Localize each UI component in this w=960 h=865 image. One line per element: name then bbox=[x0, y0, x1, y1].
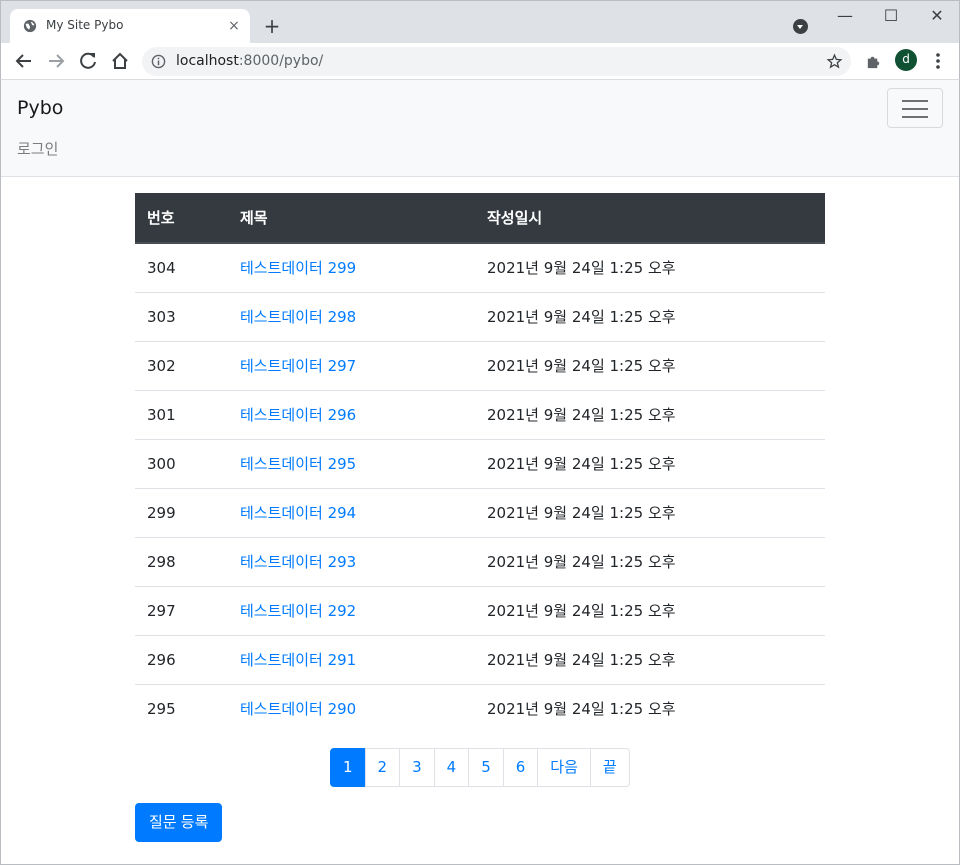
header-subject: 제목 bbox=[228, 193, 475, 244]
page-content: Pybo 로그인 번호 제목 작성일시 304 테스트데이터 299 2021년… bbox=[0, 80, 960, 865]
question-link[interactable]: 테스트데이터 291 bbox=[240, 651, 356, 669]
table-row: 302 테스트데이터 297 2021년 9월 24일 1:25 오후 bbox=[135, 340, 825, 390]
tab-title: My Site Pybo bbox=[46, 18, 124, 32]
page-6-link[interactable]: 6 bbox=[502, 748, 539, 787]
row-subject: 테스트데이터 294 bbox=[228, 487, 475, 537]
hamburger-icon-bar bbox=[902, 108, 928, 110]
question-link[interactable]: 테스트데이터 298 bbox=[240, 308, 356, 326]
tab-close-icon[interactable]: × bbox=[226, 18, 242, 34]
star-icon[interactable] bbox=[826, 53, 843, 70]
create-question-button[interactable]: 질문 등록 bbox=[135, 803, 223, 842]
table-row: 298 테스트데이터 293 2021년 9월 24일 1:25 오후 bbox=[135, 536, 825, 586]
question-link[interactable]: 테스트데이터 293 bbox=[240, 553, 356, 571]
table-row: 304 테스트데이터 299 2021년 9월 24일 1:25 오후 bbox=[135, 243, 825, 292]
row-created: 2021년 9월 24일 1:25 오후 bbox=[475, 683, 825, 733]
table-row: 303 테스트데이터 298 2021년 9월 24일 1:25 오후 bbox=[135, 291, 825, 341]
row-subject: 테스트데이터 291 bbox=[228, 634, 475, 684]
last-page-link[interactable]: 끝 bbox=[589, 748, 630, 787]
row-created: 2021년 9월 24일 1:25 오후 bbox=[475, 536, 825, 586]
table-row: 297 테스트데이터 292 2021년 9월 24일 1:25 오후 bbox=[135, 585, 825, 635]
close-window-button[interactable]: ✕ bbox=[914, 1, 960, 31]
page-2-link[interactable]: 2 bbox=[364, 748, 401, 787]
home-icon[interactable] bbox=[109, 50, 131, 72]
header-created: 작성일시 bbox=[475, 193, 825, 244]
row-num: 303 bbox=[135, 291, 228, 341]
login-link[interactable]: 로그인 bbox=[17, 138, 58, 159]
row-created: 2021년 9월 24일 1:25 오후 bbox=[475, 291, 825, 341]
browser-tabstrip: My Site Pybo × + — ☐ ✕ bbox=[0, 0, 960, 44]
row-num: 300 bbox=[135, 438, 228, 488]
new-tab-button[interactable]: + bbox=[262, 16, 282, 36]
navbar-brand[interactable]: Pybo bbox=[17, 97, 63, 119]
back-arrow-icon[interactable] bbox=[13, 50, 35, 72]
question-link[interactable]: 테스트데이터 296 bbox=[240, 406, 356, 424]
url-path: :8000/pybo/ bbox=[238, 53, 324, 69]
row-subject: 테스트데이터 296 bbox=[228, 389, 475, 439]
page-5-link[interactable]: 5 bbox=[468, 748, 504, 787]
row-subject: 테스트데이터 298 bbox=[228, 291, 475, 341]
kebab-menu-icon[interactable] bbox=[931, 51, 945, 71]
question-link[interactable]: 테스트데이터 292 bbox=[240, 602, 356, 620]
question-link[interactable]: 테스트데이터 290 bbox=[240, 700, 356, 718]
row-subject: 테스트데이터 293 bbox=[228, 536, 475, 586]
row-created: 2021년 9월 24일 1:25 오후 bbox=[487, 259, 676, 278]
row-subject: 테스트데이터 290 bbox=[228, 683, 475, 733]
row-subject: 테스트데이터 295 bbox=[228, 438, 475, 488]
maximize-button[interactable]: ☐ bbox=[868, 1, 914, 31]
url-text[interactable]: localhost:8000/pybo/ bbox=[176, 53, 323, 69]
row-created: 2021년 9월 24일 1:25 오후 bbox=[475, 438, 825, 488]
table-row: 296 테스트데이터 291 2021년 9월 24일 1:25 오후 bbox=[135, 634, 825, 684]
row-created: 2021년 9월 24일 1:25 오후 bbox=[475, 487, 825, 537]
row-num: 296 bbox=[135, 634, 228, 684]
browser-toolbar: localhost:8000/pybo/ d bbox=[0, 43, 960, 80]
table-header-row: 번호 제목 작성일시 bbox=[135, 193, 825, 244]
table-row: 300 테스트데이터 295 2021년 9월 24일 1:25 오후 bbox=[135, 438, 825, 488]
page-4-link[interactable]: 4 bbox=[433, 748, 470, 787]
row-num: 301 bbox=[135, 389, 228, 439]
row-num: 295 bbox=[135, 683, 228, 733]
row-num: 299 bbox=[135, 487, 228, 537]
question-link[interactable]: 테스트데이터 299 bbox=[240, 259, 356, 277]
row-num: 302 bbox=[135, 340, 228, 390]
row-num: 304 bbox=[147, 258, 176, 277]
question-table: 번호 제목 작성일시 304 테스트데이터 299 2021년 9월 24일 1… bbox=[135, 193, 825, 733]
minimize-button[interactable]: — bbox=[822, 1, 868, 31]
globe-icon bbox=[23, 19, 37, 33]
pagination: 1 2 3 4 5 6 다음 끝 bbox=[330, 748, 630, 787]
row-subject: 테스트데이터 297 bbox=[228, 340, 475, 390]
page-3-link[interactable]: 3 bbox=[399, 748, 435, 787]
info-icon[interactable] bbox=[151, 54, 166, 69]
table-row: 301 테스트데이터 296 2021년 9월 24일 1:25 오후 bbox=[135, 389, 825, 439]
site-navbar: Pybo 로그인 bbox=[1, 80, 959, 177]
row-created: 2021년 9월 24일 1:25 오후 bbox=[475, 340, 825, 390]
header-num: 번호 bbox=[135, 193, 228, 244]
tab-search-icon[interactable] bbox=[793, 19, 808, 34]
table-row: 295 테스트데이터 290 2021년 9월 24일 1:25 오후 bbox=[135, 683, 825, 733]
row-created: 2021년 9월 24일 1:25 오후 bbox=[475, 634, 825, 684]
question-link[interactable]: 테스트데이터 295 bbox=[240, 455, 356, 473]
row-created: 2021년 9월 24일 1:25 오후 bbox=[475, 389, 825, 439]
puzzle-icon[interactable] bbox=[865, 53, 882, 70]
row-subject: 테스트데이터 299 bbox=[228, 243, 475, 292]
next-page-link[interactable]: 다음 bbox=[537, 748, 591, 787]
row-num: 297 bbox=[135, 585, 228, 635]
row-subject: 테스트데이터 292 bbox=[228, 585, 475, 635]
browser-tab[interactable]: My Site Pybo × bbox=[10, 9, 250, 44]
reload-icon[interactable] bbox=[77, 50, 99, 72]
address-bar[interactable]: localhost:8000/pybo/ bbox=[142, 47, 851, 76]
row-num: 298 bbox=[135, 536, 228, 586]
hamburger-icon-bar bbox=[902, 116, 928, 118]
profile-avatar[interactable]: d bbox=[895, 49, 917, 71]
question-link[interactable]: 테스트데이터 297 bbox=[240, 357, 356, 375]
navbar-toggler-button[interactable] bbox=[887, 88, 943, 128]
question-link[interactable]: 테스트데이터 294 bbox=[240, 504, 356, 522]
table-row: 299 테스트데이터 294 2021년 9월 24일 1:25 오후 bbox=[135, 487, 825, 537]
url-host: localhost bbox=[176, 53, 239, 69]
row-created: 2021년 9월 24일 1:25 오후 bbox=[475, 585, 825, 635]
forward-arrow-icon[interactable] bbox=[45, 50, 67, 72]
hamburger-icon-bar bbox=[902, 100, 928, 102]
page-1-link[interactable]: 1 bbox=[330, 748, 366, 787]
